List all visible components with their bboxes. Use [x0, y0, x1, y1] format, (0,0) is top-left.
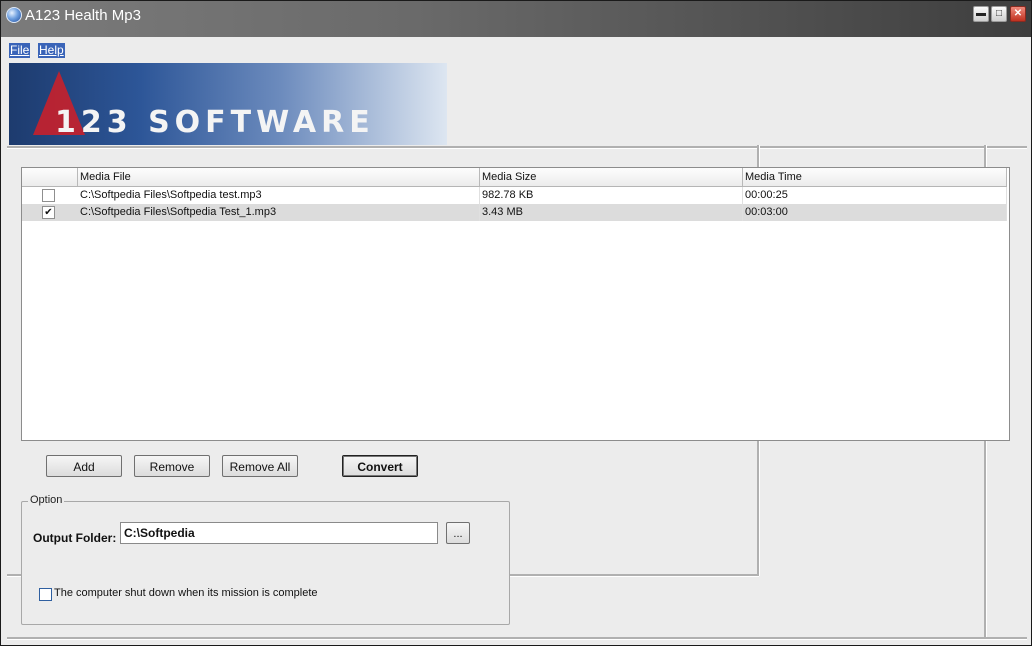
divider: [7, 146, 1027, 149]
table-row[interactable]: ✔ C:\Softpedia Files\Softpedia Test_1.mp…: [22, 204, 1007, 221]
menu-help[interactable]: Help: [38, 43, 65, 58]
title-bar[interactable]: A123 Health Mp3 ▬ □ ✕: [1, 1, 1031, 37]
brand-banner: 123 SOFTWARE: [9, 63, 447, 145]
row-checkbox[interactable]: [42, 189, 55, 202]
maximize-button[interactable]: □: [991, 6, 1007, 22]
list-header: Media File Media Size Media Time: [22, 168, 1007, 187]
option-group-title: Option: [28, 494, 65, 506]
table-row[interactable]: C:\Softpedia Files\Softpedia test.mp3 98…: [22, 187, 1007, 204]
add-button[interactable]: Add: [46, 455, 122, 477]
brand-text: 123 SOFTWARE: [55, 105, 375, 140]
remove-all-button[interactable]: Remove All: [222, 455, 298, 477]
window-title: A123 Health Mp3: [25, 7, 141, 24]
column-header-media-size[interactable]: Media Size: [479, 168, 743, 186]
media-file-list[interactable]: Media File Media Size Media Time C:\Soft…: [21, 167, 1010, 441]
cell-media-file: C:\Softpedia Files\Softpedia Test_1.mp3: [77, 204, 480, 221]
cell-media-time: 00:03:00: [742, 204, 1007, 221]
menu-file[interactable]: File: [9, 43, 31, 58]
cell-media-size: 982.78 KB: [479, 187, 743, 204]
column-header-check[interactable]: [22, 168, 78, 186]
column-header-media-file[interactable]: Media File: [77, 168, 480, 186]
remove-button[interactable]: Remove: [134, 455, 210, 477]
shutdown-checkbox-label[interactable]: The computer shut down when its mission …: [54, 587, 318, 599]
divider: [7, 637, 1027, 640]
cell-media-file: C:\Softpedia Files\Softpedia test.mp3: [77, 187, 480, 204]
cell-media-time: 00:00:25: [742, 187, 1007, 204]
output-folder-label: Output Folder:: [33, 531, 117, 545]
row-checkbox[interactable]: ✔: [42, 206, 55, 219]
browse-button[interactable]: ...: [446, 522, 470, 544]
option-group: Option Output Folder: C:\Softpedia ... T…: [21, 494, 510, 625]
minimize-button[interactable]: ▬: [973, 6, 989, 22]
cell-media-size: 3.43 MB: [479, 204, 743, 221]
shutdown-checkbox[interactable]: [39, 588, 52, 601]
convert-button[interactable]: Convert: [342, 455, 418, 477]
app-icon: [6, 7, 22, 23]
client-area: File Help 123 SOFTWARE Media File Media …: [7, 39, 1027, 641]
column-header-media-time[interactable]: Media Time: [742, 168, 1007, 186]
output-folder-input[interactable]: C:\Softpedia: [120, 522, 438, 544]
close-button[interactable]: ✕: [1010, 6, 1026, 22]
app-window: A123 Health Mp3 ▬ □ ✕ File Help 123 SOFT…: [0, 0, 1032, 646]
